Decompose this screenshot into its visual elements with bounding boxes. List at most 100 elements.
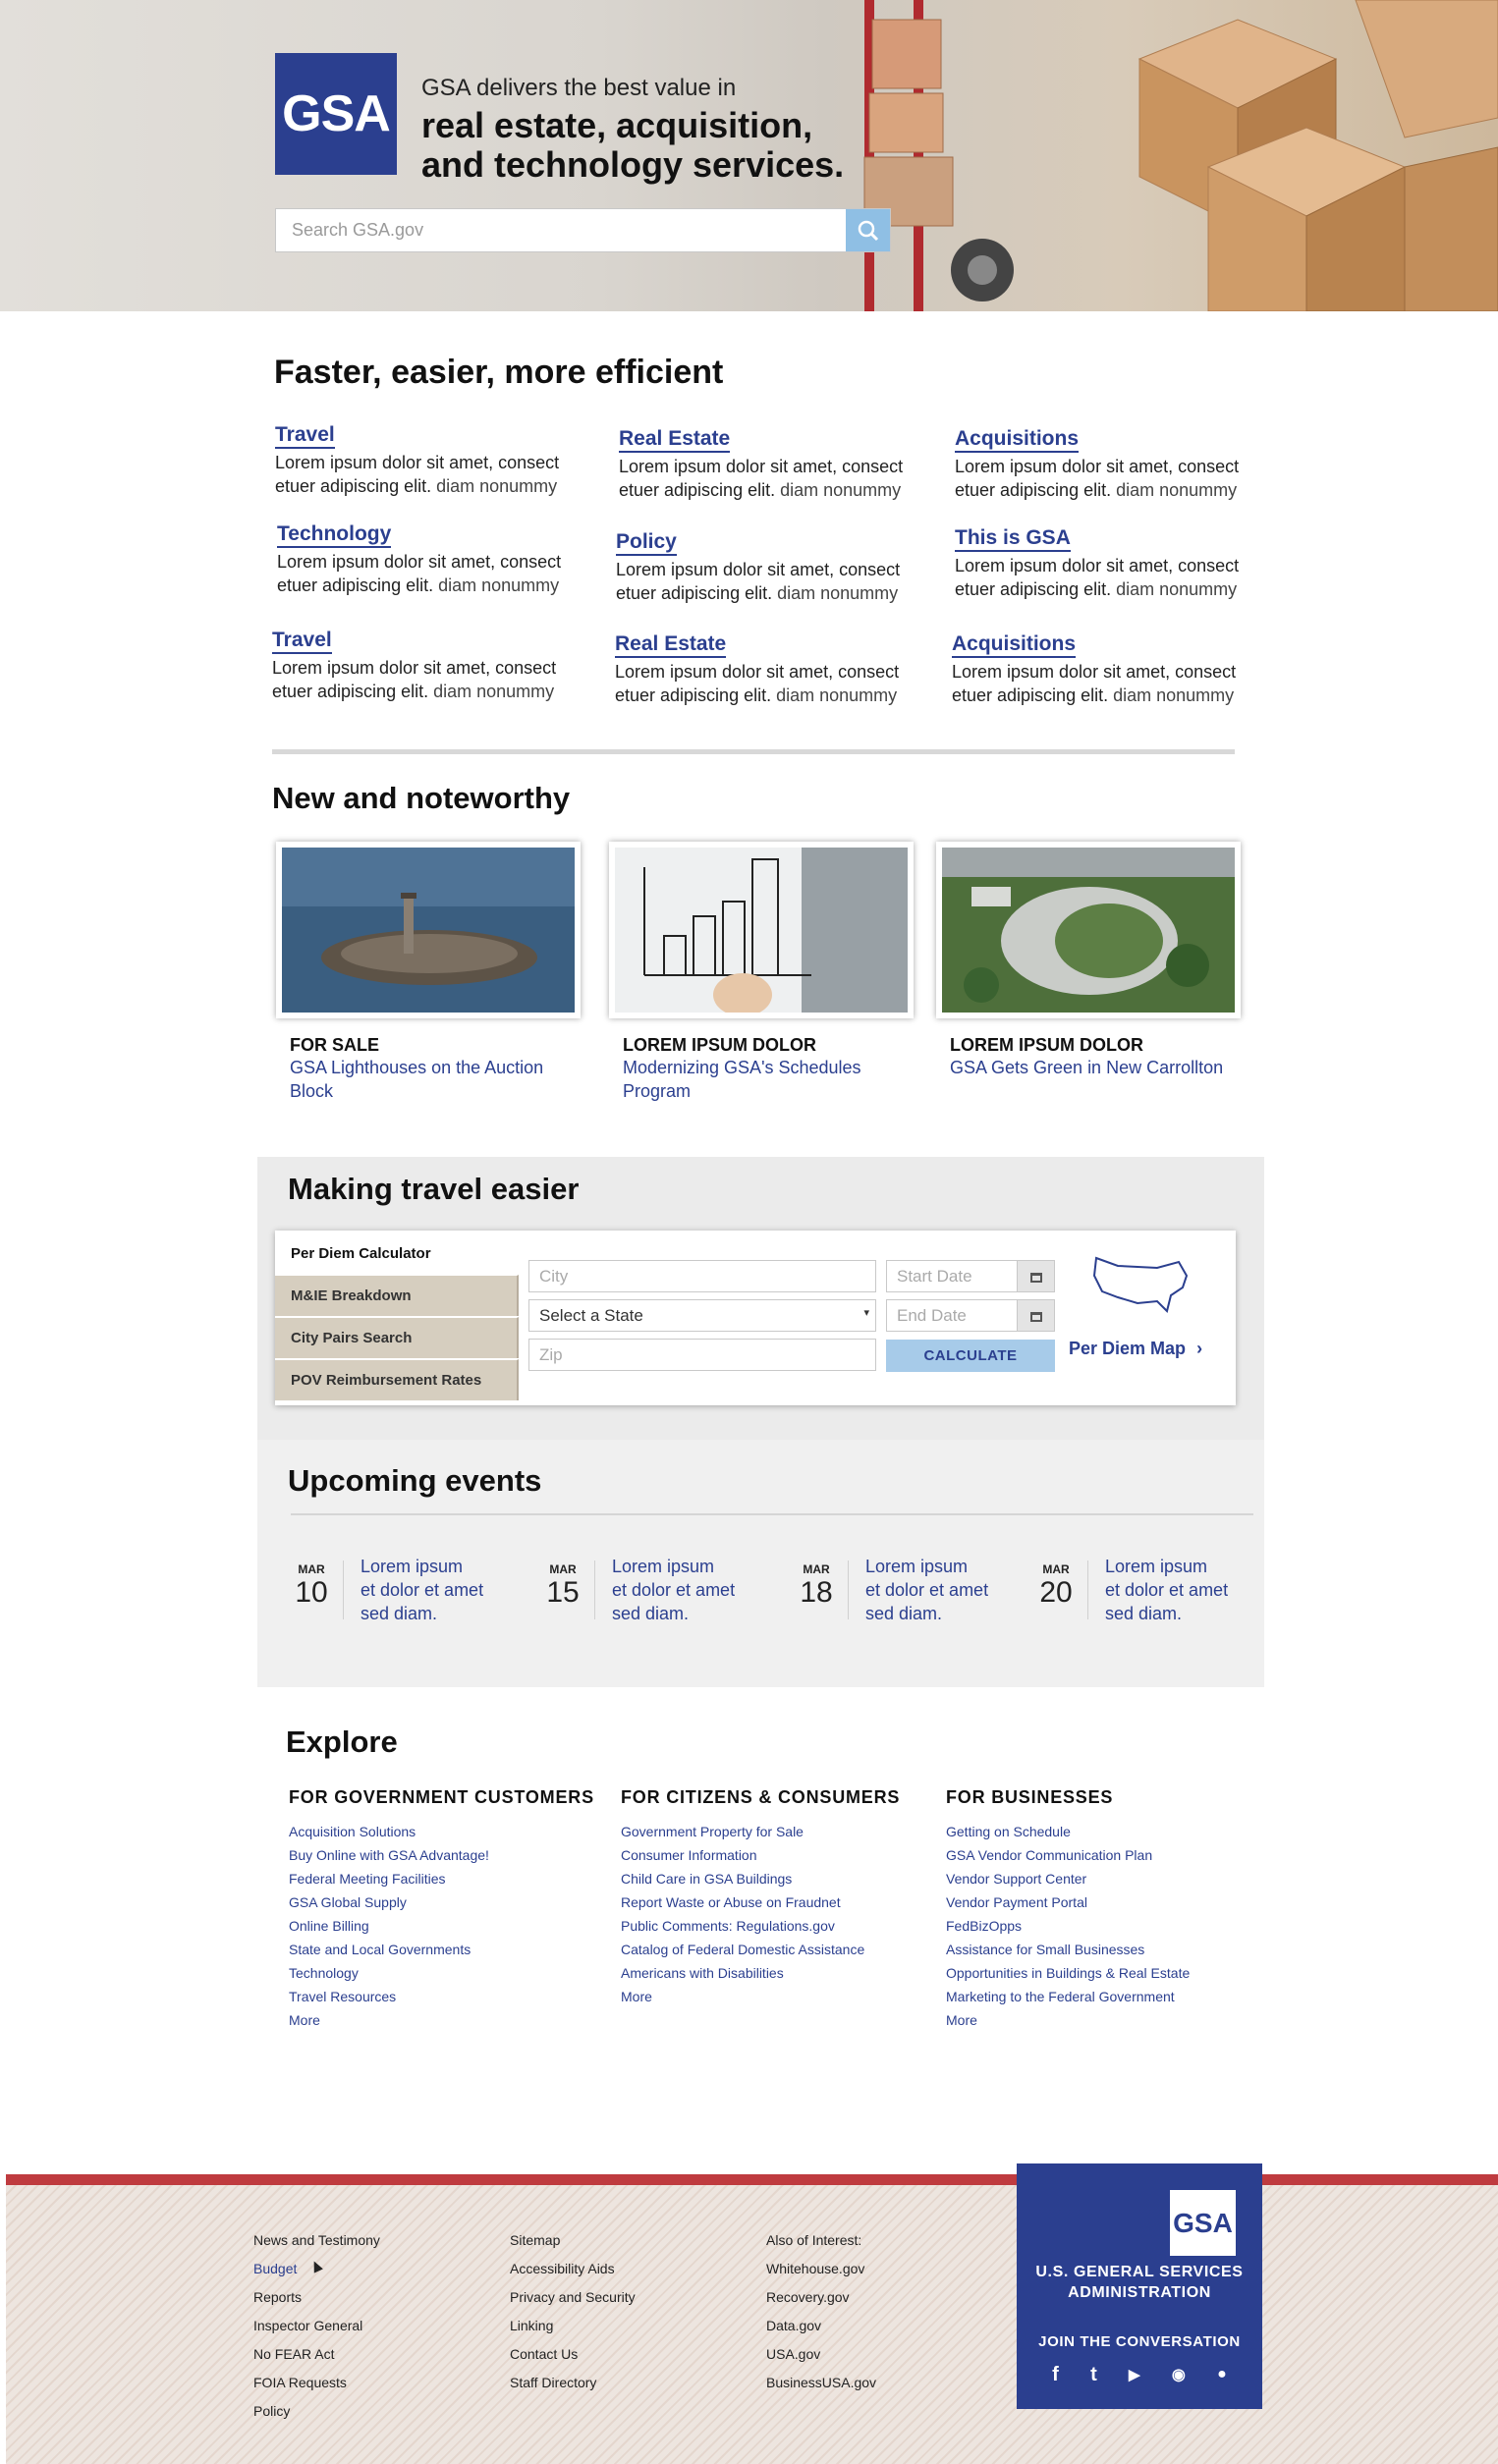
flickr-icon[interactable]: ●: [1217, 2366, 1227, 2383]
explore-more-link[interactable]: More: [621, 1985, 945, 2008]
explore-link[interactable]: Federal Meeting Facilities: [289, 1867, 613, 1890]
start-date-field[interactable]: Start Date: [886, 1260, 1055, 1292]
state-select[interactable]: Select a State ▾: [528, 1299, 876, 1332]
hero-tagline: GSA delivers the best value in real esta…: [421, 75, 932, 185]
rss-icon[interactable]: ◉: [1172, 2365, 1186, 2384]
quick-link-desc: Lorem ipsum dolor sit amet, consect etuer…: [952, 662, 1237, 705]
twitter-icon[interactable]: t: [1090, 2364, 1097, 2386]
tab-mie-breakdown[interactable]: M&IE Breakdown: [275, 1275, 519, 1316]
footer-link[interactable]: Inspector General: [253, 2312, 380, 2340]
tab-city-pairs-search[interactable]: City Pairs Search: [275, 1317, 519, 1358]
explore-link[interactable]: Getting on Schedule: [946, 1820, 1270, 1843]
footer-link[interactable]: Privacy and Security: [510, 2283, 636, 2312]
explore-link[interactable]: Online Billing: [289, 1914, 613, 1938]
quick-link-title[interactable]: Acquisitions: [955, 428, 1080, 453]
explore-link[interactable]: Catalog of Federal Domestic Assistance: [621, 1938, 945, 1961]
footer-link[interactable]: Data.gov: [766, 2312, 876, 2340]
explore-link[interactable]: Government Property for Sale: [621, 1820, 945, 1843]
footer-link[interactable]: Reports: [253, 2283, 380, 2312]
explore-link[interactable]: Acquisition Solutions: [289, 1820, 613, 1843]
explore-link[interactable]: Vendor Support Center: [946, 1867, 1270, 1890]
footer-link[interactable]: News and Testimony: [253, 2226, 380, 2255]
footer-gsa-logo[interactable]: GSA: [1170, 2190, 1236, 2256]
quick-link-desc: Lorem ipsum dolor sit amet, consect etuer…: [272, 658, 557, 701]
news-card-link[interactable]: Modernizing GSA's Schedules Program: [609, 1056, 914, 1103]
event-link[interactable]: Lorem ipsum et dolor et amet sed diam.: [865, 1555, 1032, 1625]
explore-link[interactable]: Marketing to the Federal Government: [946, 1985, 1270, 2008]
footer-link[interactable]: USA.gov: [766, 2340, 876, 2369]
footer-accent-bar: [6, 2174, 1498, 2185]
explore-link[interactable]: Technology: [289, 1961, 613, 1985]
agency-name: U.S. GENERAL SERVICES ADMINISTRATION: [1035, 2264, 1244, 2301]
footer-link[interactable]: Linking: [510, 2312, 636, 2340]
explore-link[interactable]: Travel Resources: [289, 1985, 613, 2008]
facebook-icon[interactable]: f: [1052, 2364, 1059, 2386]
calendar-icon[interactable]: [1017, 1300, 1054, 1331]
footer-link[interactable]: Policy: [253, 2397, 380, 2426]
quick-link-title[interactable]: Travel: [275, 424, 335, 449]
quick-link-title[interactable]: Technology: [277, 523, 392, 548]
event-link[interactable]: Lorem ipsum et dolor et amet sed diam.: [612, 1555, 779, 1625]
footer-link[interactable]: Staff Directory: [510, 2369, 636, 2397]
footer: [6, 2174, 1498, 2464]
city-field[interactable]: City: [528, 1260, 876, 1292]
footer-link[interactable]: BusinessUSA.gov: [766, 2369, 876, 2397]
event-day: 18: [800, 1576, 833, 1609]
explore-link[interactable]: Report Waste or Abuse on Fraudnet: [621, 1890, 945, 1914]
event-link[interactable]: Lorem ipsum et dolor et amet sed diam.: [1105, 1555, 1272, 1625]
tagline-main-1: real estate, acquisition,: [421, 105, 813, 145]
search-input[interactable]: [276, 209, 846, 251]
gsa-logo[interactable]: GSA: [275, 53, 397, 175]
explore-link[interactable]: GSA Vendor Communication Plan: [946, 1843, 1270, 1867]
explore-link[interactable]: Public Comments: Regulations.gov: [621, 1914, 945, 1938]
footer-link[interactable]: No FEAR Act: [253, 2340, 380, 2369]
quick-link-title[interactable]: Real Estate: [619, 428, 731, 453]
explore-link[interactable]: Opportunities in Buildings & Real Estate: [946, 1961, 1270, 1985]
quick-link-policy: Policy Lorem ipsum dolor sit amet, conse…: [616, 531, 930, 605]
explore-link[interactable]: Buy Online with GSA Advantage!: [289, 1843, 613, 1867]
footer-link[interactable]: Contact Us: [510, 2340, 636, 2369]
explore-link[interactable]: Americans with Disabilities: [621, 1961, 945, 1985]
quick-link-title[interactable]: Travel: [272, 630, 332, 654]
explore-link[interactable]: GSA Global Supply: [289, 1890, 613, 1914]
explore-more-link[interactable]: More: [946, 2008, 1270, 2032]
tab-per-diem-calculator[interactable]: Per Diem Calculator: [275, 1232, 519, 1274]
news-card[interactable]: LOREM IPSUM DOLOR Modernizing GSA's Sche…: [609, 842, 914, 1103]
explore-link[interactable]: Consumer Information: [621, 1843, 945, 1867]
explore-link[interactable]: State and Local Governments: [289, 1938, 613, 1961]
explore-more-link[interactable]: More: [289, 2008, 613, 2032]
quick-link-title[interactable]: Real Estate: [615, 633, 727, 658]
footer-link[interactable]: Sitemap: [510, 2226, 636, 2255]
chevron-right-icon: ›: [1196, 1339, 1203, 1358]
start-date-placeholder: Start Date: [897, 1266, 972, 1286]
search-button[interactable]: [846, 209, 890, 251]
footer-link[interactable]: Recovery.gov: [766, 2283, 876, 2312]
calendar-icon[interactable]: [1017, 1261, 1054, 1291]
quick-link-real-estate-2: Real Estate Lorem ipsum dolor sit amet, …: [615, 633, 929, 707]
news-card[interactable]: LOREM IPSUM DOLOR GSA Gets Green in New …: [936, 842, 1241, 1079]
footer-link[interactable]: Accessibility Aids: [510, 2255, 636, 2283]
explore-link[interactable]: Assistance for Small Businesses: [946, 1938, 1270, 1961]
per-diem-map-link[interactable]: Per Diem Map ›: [1069, 1339, 1202, 1359]
quick-link-desc: Lorem ipsum dolor sit amet, consect etuer…: [619, 457, 904, 500]
quick-link-title[interactable]: Acquisitions: [952, 633, 1077, 658]
explore-column-businesses: FOR BUSINESSES Getting on Schedule GSA V…: [946, 1787, 1270, 2032]
news-card-link[interactable]: GSA Lighthouses on the Auction Block: [276, 1056, 581, 1103]
news-card-link[interactable]: GSA Gets Green in New Carrollton: [936, 1056, 1241, 1079]
tab-pov-reimbursement-rates[interactable]: POV Reimbursement Rates: [275, 1359, 519, 1400]
quick-link-desc: Lorem ipsum dolor sit amet, consect etuer…: [615, 662, 900, 705]
explore-link[interactable]: Vendor Payment Portal: [946, 1890, 1270, 1914]
footer-link[interactable]: Whitehouse.gov: [766, 2255, 876, 2283]
event-link[interactable]: Lorem ipsum et dolor et amet sed diam.: [361, 1555, 527, 1625]
zip-field[interactable]: Zip: [528, 1339, 876, 1371]
footer-link[interactable]: FOIA Requests: [253, 2369, 380, 2397]
quick-link-title[interactable]: This is GSA: [955, 527, 1071, 552]
quick-link-title[interactable]: Policy: [616, 531, 677, 556]
event-separator: [594, 1561, 595, 1619]
youtube-icon[interactable]: ▶: [1129, 2366, 1140, 2383]
end-date-field[interactable]: End Date: [886, 1299, 1055, 1332]
explore-link[interactable]: Child Care in GSA Buildings: [621, 1867, 945, 1890]
explore-link[interactable]: FedBizOpps: [946, 1914, 1270, 1938]
news-card[interactable]: FOR SALE GSA Lighthouses on the Auction B…: [276, 842, 581, 1103]
calculate-button[interactable]: CALCULATE: [886, 1340, 1055, 1372]
